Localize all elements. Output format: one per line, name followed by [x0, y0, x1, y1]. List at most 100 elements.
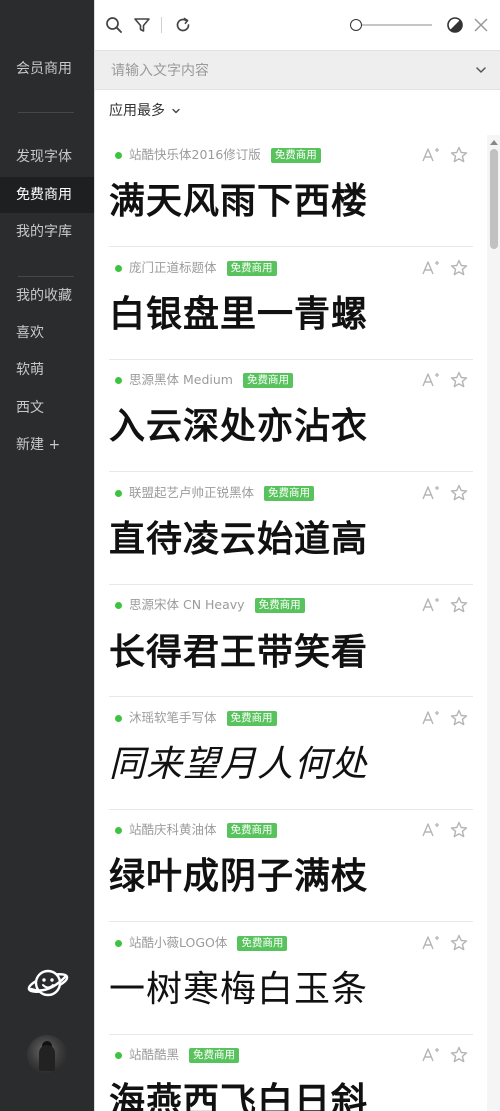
sidebar-item-discover[interactable]: 发现字体 [16, 147, 72, 167]
sort-dropdown[interactable]: 应用最多 [109, 100, 181, 122]
status-dot [115, 489, 122, 497]
font-list-item[interactable]: 站酷酷黑 免费商用海燕西飞白日斜 [109, 1035, 473, 1111]
font-list-item[interactable]: 站酷庆科黄油体 免费商用绿叶成阴子满枝 [109, 810, 473, 922]
sidebar-item-free-commercial[interactable]: 免费商用 [0, 177, 94, 213]
user-avatar[interactable] [27, 1035, 67, 1075]
free-commercial-badge: 免费商用 [264, 485, 315, 501]
star-icon[interactable] [449, 258, 469, 278]
sidebar-item-soft[interactable]: 软萌 [16, 360, 44, 380]
scrollbar-thumb[interactable] [490, 149, 498, 249]
sidebar-item-my-library[interactable]: 我的字库 [16, 222, 72, 242]
avatar-figure-shape [39, 1045, 55, 1071]
free-commercial-badge: 免费商用 [254, 598, 305, 613]
scrollbar[interactable] [487, 135, 500, 1111]
font-actions [413, 258, 469, 278]
font-list-item[interactable]: 站酷小薇LOGO体 免费商用 一树寒梅白玉条 [109, 923, 473, 1035]
toolbar [95, 0, 500, 50]
sidebar-item-western[interactable]: 西文 [16, 398, 44, 418]
free-commercial-badge: 免费商用 [226, 260, 277, 276]
font-name: 庞门正道标题体 [129, 259, 217, 275]
font-name-row: 思源黑体 Medium 免费商用 [129, 371, 293, 389]
font-size-icon[interactable] [421, 933, 441, 953]
font-list-item[interactable]: 联盟起艺卢帅正锐黑体 免费商用直待凌云始道高 [109, 473, 473, 585]
star-icon[interactable] [449, 370, 469, 390]
font-name: 站酷快乐体2016修订版 [129, 147, 261, 162]
size-slider[interactable] [350, 19, 432, 31]
sidebar-item-my-collections[interactable]: 我的收藏 [16, 286, 72, 306]
status-dot [115, 827, 122, 834]
font-actions [413, 370, 469, 390]
font-name: 联盟起艺卢帅正锐黑体 [129, 484, 255, 500]
sidebar-item-member-commercial[interactable]: 会员商用 [16, 59, 72, 79]
font-preview-text: 海燕西飞白日斜 [109, 1081, 369, 1111]
font-size-icon[interactable] [421, 708, 441, 728]
preview-text-input[interactable] [111, 60, 461, 82]
status-dot [115, 377, 122, 384]
font-preview-text: 长得君王带笑看 [109, 631, 369, 673]
font-size-icon[interactable] [421, 258, 441, 278]
font-preview-text: 白银盘里一青螺 [109, 293, 369, 335]
font-list-item[interactable]: 庞门正道标题体 免费商用白银盘里一青螺 [109, 248, 473, 360]
status-dot [115, 714, 122, 722]
filter-icon[interactable] [133, 16, 151, 34]
font-preview-text: 直待凌云始道高 [109, 518, 369, 560]
font-actions [413, 1045, 469, 1065]
font-name-row: 思源宋体 CN Heavy 免费商用 [129, 596, 305, 614]
font-preview-text: 满天风雨下西楼 [109, 181, 369, 222]
font-preview-text: 绿叶成阴子满枝 [109, 856, 369, 897]
font-actions [413, 708, 469, 728]
sidebar-divider [18, 276, 74, 277]
refresh-icon[interactable] [174, 16, 192, 34]
font-name-row: 庞门正道标题体 免费商用 [129, 259, 277, 277]
star-icon[interactable] [449, 1045, 469, 1065]
font-preview-text: 入云深处亦沾衣 [109, 406, 369, 447]
star-icon[interactable] [449, 595, 469, 615]
font-actions [413, 820, 469, 840]
star-icon[interactable] [449, 708, 469, 728]
sort-label: 应用最多 [109, 103, 165, 119]
free-commercial-badge: 免费商用 [226, 710, 277, 726]
font-size-icon[interactable] [421, 370, 441, 390]
scroll-up-icon[interactable] [490, 139, 498, 145]
font-actions [413, 933, 469, 953]
font-list-item[interactable]: 思源黑体 Medium 免费商用入云深处亦沾衣 [109, 360, 473, 472]
free-commercial-badge: 免费商用 [189, 1048, 240, 1063]
font-name-row: 沐瑶软笔手写体 免费商用 [129, 709, 277, 727]
font-size-icon[interactable] [421, 820, 441, 840]
status-dot [115, 264, 122, 272]
font-name-row: 联盟起艺卢帅正锐黑体 免费商用 [129, 484, 315, 502]
font-size-icon[interactable] [421, 145, 441, 165]
font-actions [413, 483, 469, 503]
status-dot [115, 1052, 122, 1059]
theme-toggle-icon[interactable] [446, 16, 464, 34]
search-icon[interactable] [105, 16, 123, 34]
font-list-item[interactable]: 站酷快乐体2016修订版 免费商用满天风雨下西楼 [109, 135, 473, 247]
star-icon[interactable] [449, 933, 469, 953]
sidebar-divider [18, 112, 74, 113]
chevron-down-icon[interactable] [475, 64, 487, 76]
font-name-row: 站酷酷黑 免费商用 [129, 1046, 240, 1064]
font-size-icon[interactable] [421, 483, 441, 503]
toolbar-separator [161, 17, 162, 33]
font-name-row: 站酷庆科黄油体 免费商用 [129, 821, 277, 839]
chevron-down-icon [172, 108, 180, 114]
star-icon[interactable] [449, 145, 469, 165]
free-commercial-badge: 免费商用 [270, 148, 321, 163]
sidebar-item-like[interactable]: 喜欢 [16, 323, 44, 343]
slider-track [356, 24, 432, 26]
font-actions [413, 595, 469, 615]
font-list-item[interactable]: 思源宋体 CN Heavy 免费商用长得君王带笑看 [109, 585, 473, 697]
font-actions [413, 145, 469, 165]
planet-logo-icon[interactable] [26, 965, 70, 1001]
font-size-icon[interactable] [421, 595, 441, 615]
sidebar-item-new[interactable]: 新建 + [16, 435, 60, 455]
close-icon[interactable] [472, 16, 490, 34]
font-name-row: 站酷快乐体2016修订版 免费商用 [129, 146, 321, 164]
star-icon[interactable] [449, 483, 469, 503]
sidebar-item-label: 免费商用 [16, 187, 72, 203]
slider-knob[interactable] [350, 19, 362, 31]
star-icon[interactable] [449, 820, 469, 840]
font-list-item[interactable]: 沐瑶软笔手写体 免费商用 同来望月人何处 [109, 698, 473, 810]
font-size-icon[interactable] [421, 1045, 441, 1065]
status-dot [115, 939, 122, 947]
